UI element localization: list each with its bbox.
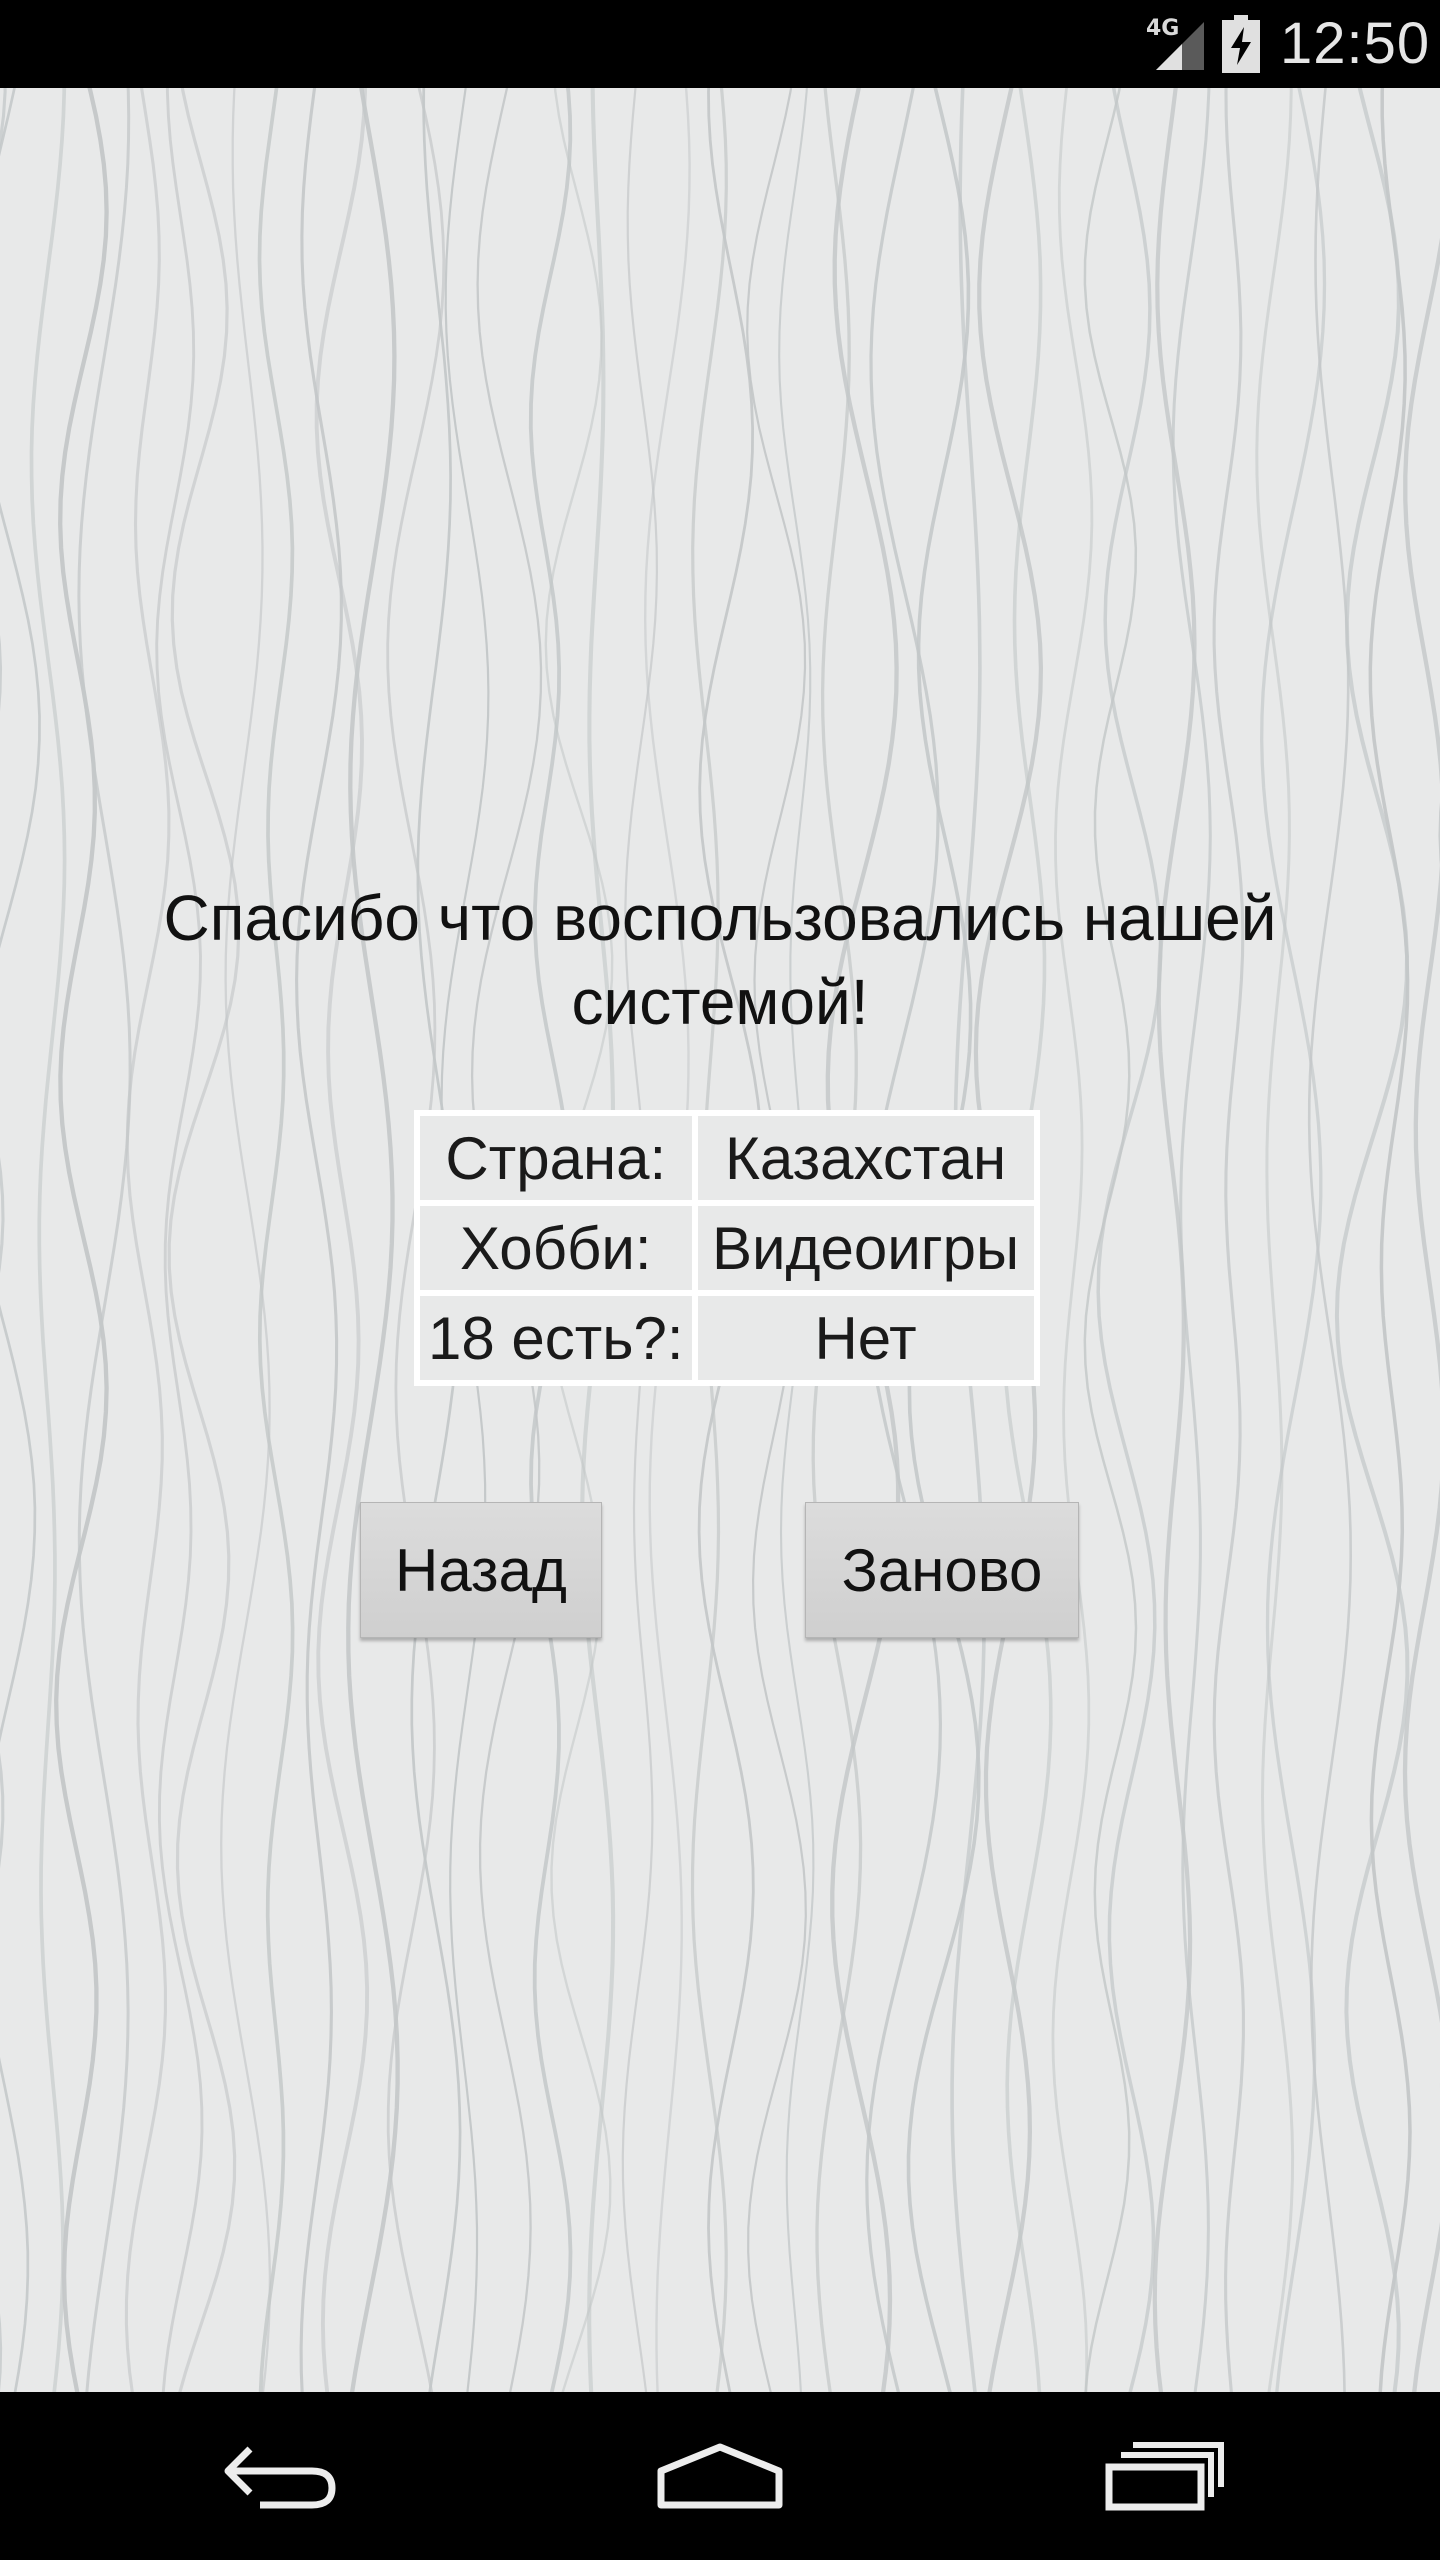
wavy-line [1255, 88, 1295, 2392]
adult-label: 18 есть?: [420, 1296, 692, 1380]
wavy-line [295, 88, 343, 2392]
table-row: Страна: Казахстан [420, 1116, 1034, 1200]
wavy-line [1212, 88, 1245, 2392]
recents-icon [1105, 2442, 1224, 2511]
status-bar: 4G 12:50 [0, 0, 1440, 88]
wavy-line [346, 88, 400, 2392]
content-area: Спасибо что воспользовались нашей систем… [0, 88, 1440, 2392]
back-button[interactable]: Назад [360, 1502, 602, 1638]
wavy-line [1083, 88, 1138, 2392]
table-row: 18 есть?: Нет [420, 1296, 1034, 1380]
wavy-line [1260, 88, 1327, 2392]
wavy-line [220, 88, 272, 2392]
back-icon [224, 2446, 336, 2509]
nav-home-button[interactable] [640, 2416, 800, 2536]
wavy-line [167, 88, 241, 2392]
wavy-line [1368, 88, 1412, 2392]
wavy-line [77, 88, 132, 2392]
wavy-line [257, 88, 295, 2392]
wavy-line [1096, 88, 1163, 2392]
battery-charging-icon [1222, 15, 1260, 73]
adult-value: Нет [697, 1296, 1034, 1380]
wavy-line [29, 88, 67, 2392]
wavy-line [1051, 88, 1094, 2392]
wavy-line [54, 88, 109, 2392]
status-clock: 12:50 [1280, 11, 1431, 76]
home-icon [657, 2443, 783, 2509]
country-value: Казахстан [697, 1116, 1034, 1200]
thank-you-message: Спасибо что воспользовались нашей систем… [163, 882, 1277, 1038]
country-label: Страна: [420, 1116, 692, 1200]
wavy-line [1334, 88, 1410, 2392]
summary-table: Страна: Казахстан Хобби: Видеоигры 18 ес… [414, 1110, 1040, 1386]
navigation-bar [0, 2392, 1440, 2560]
wavy-line [0, 88, 7, 2392]
wavy-line [1402, 237, 1440, 2392]
signal-icon [1156, 22, 1204, 70]
wavy-line [124, 88, 171, 2392]
nav-back-button[interactable] [200, 2416, 360, 2536]
nav-recents-button[interactable] [1085, 2416, 1245, 2536]
table-row: Хобби: Видеоигры [420, 1206, 1034, 1290]
hobby-label: Хобби: [420, 1206, 692, 1290]
hobby-value: Видеоигры [697, 1206, 1034, 1290]
restart-button[interactable]: Заново [805, 1502, 1079, 1638]
